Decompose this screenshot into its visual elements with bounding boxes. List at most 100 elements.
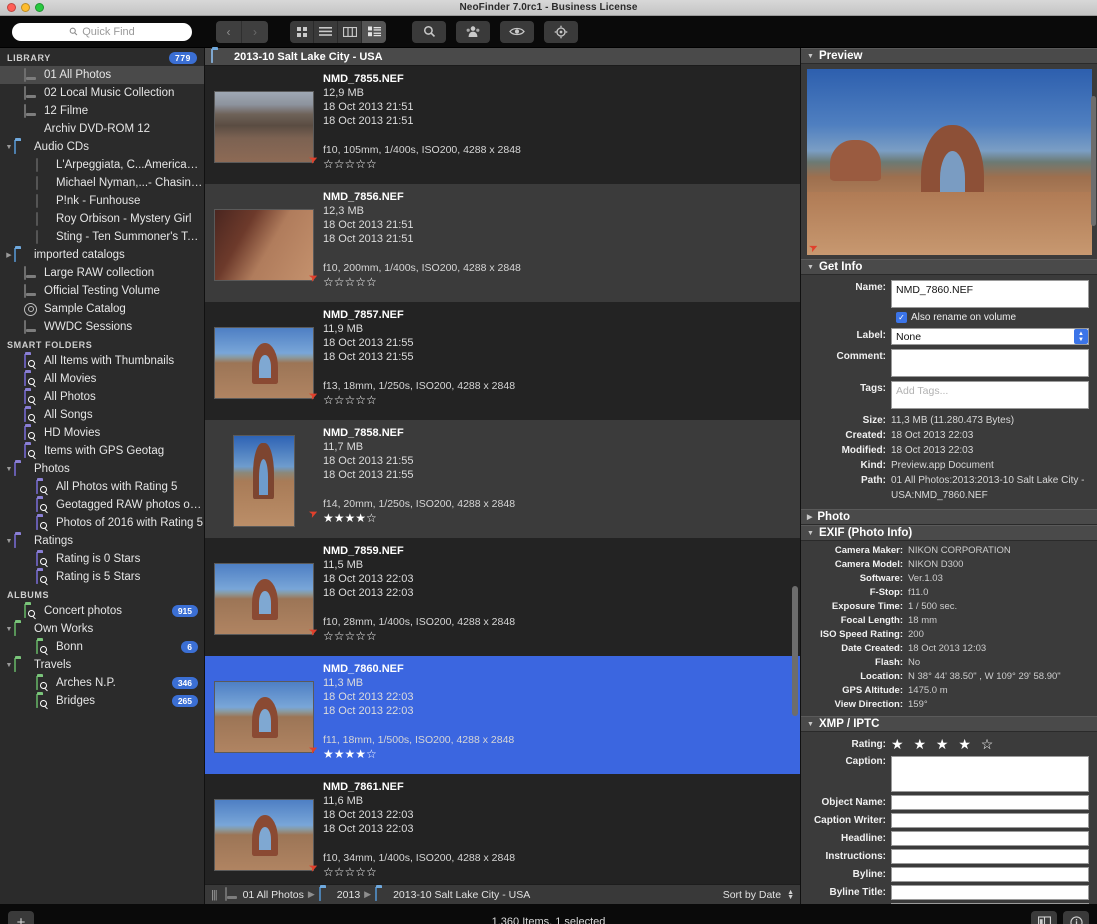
table-row[interactable]: NMD_7859.NEF11,5 MB18 Oct 2013 22:0318 O…	[205, 538, 800, 656]
sidebar-item-archiv-dvd-rom-12[interactable]: ▶Archiv DVD-ROM 12	[0, 120, 204, 138]
eye-button[interactable]	[500, 21, 534, 43]
file-list-scroll-area[interactable]: NMD_7855.NEF12,9 MB18 Oct 2013 21:5118 O…	[205, 66, 800, 884]
sidebar-item-sting-ten-summoner-s-tales[interactable]: ▶Sting - Ten Summoner's Tales	[0, 228, 204, 246]
disclosure-triangle-icon[interactable]: ▼	[4, 466, 14, 473]
thumbnail-cell[interactable]	[205, 542, 323, 656]
disclosure-triangle-icon[interactable]: ▶	[14, 393, 24, 401]
view-mode-column-button[interactable]	[338, 21, 362, 43]
xmp-rating-stars[interactable]: ★ ★ ★ ★ ☆	[891, 736, 996, 753]
disclosure-triangle-icon[interactable]: ▼	[807, 530, 814, 537]
disclosure-triangle-icon[interactable]: ▶	[26, 697, 36, 705]
thumbnail-cell[interactable]	[205, 778, 323, 884]
thumbnail-image[interactable]	[233, 435, 295, 527]
info-button[interactable]	[1063, 911, 1089, 924]
sidebar-item-sample-catalog[interactable]: ▶Sample Catalog	[0, 300, 204, 318]
disclosure-triangle-icon[interactable]: ▼	[4, 538, 14, 545]
xmp-row-field[interactable]	[891, 867, 1089, 882]
disclosure-triangle-icon[interactable]: ▶	[26, 573, 36, 581]
table-row[interactable]: NMD_7860.NEF11,3 MB18 Oct 2013 22:0318 O…	[205, 656, 800, 774]
thumbnail-image[interactable]	[214, 681, 314, 753]
sidebar-item-bonn[interactable]: ▶Bonn6	[0, 638, 204, 656]
disclosure-triangle-icon[interactable]: ▶	[26, 643, 36, 651]
disclosure-triangle-icon[interactable]: ▶	[14, 447, 24, 455]
split-view-button[interactable]	[1031, 911, 1057, 924]
photo-section-header[interactable]: ▶ Photo	[801, 509, 1097, 525]
disclosure-triangle-icon[interactable]: ▶	[26, 501, 36, 509]
sidebar-item-wwdc-sessions[interactable]: ▶WWDC Sessions	[0, 318, 204, 336]
xmp-row-field[interactable]	[891, 885, 1089, 900]
thumbnail-cell[interactable]	[205, 424, 323, 538]
thumbnail-image[interactable]	[214, 209, 314, 281]
sidebar-item-geotagged-raw-photos-of-2013[interactable]: ▶Geotagged RAW photos of 2013	[0, 496, 204, 514]
disclosure-triangle-icon[interactable]: ▼	[4, 144, 14, 151]
resize-grip-icon[interactable]: |||	[211, 889, 217, 901]
sidebar-item-official-testing-volume[interactable]: ▶Official Testing Volume	[0, 282, 204, 300]
file-rating-stars[interactable]: ★★★★☆	[323, 747, 800, 761]
label-select-wrap[interactable]: None ▲▼	[891, 328, 1089, 345]
view-mode-list-button[interactable]	[314, 21, 338, 43]
thumbnail-image[interactable]	[214, 799, 314, 871]
sidebar-item-all-photos[interactable]: ▶All Photos	[0, 388, 204, 406]
file-rating-stars[interactable]: ☆☆☆☆☆	[323, 865, 800, 879]
forward-button[interactable]: ›	[242, 21, 268, 43]
disclosure-triangle-icon[interactable]: ▶	[14, 287, 24, 295]
disclosure-triangle-icon[interactable]: ▼	[807, 721, 814, 728]
file-rating-stars[interactable]: ☆☆☆☆☆	[323, 157, 800, 171]
sidebar-item-photos[interactable]: ▼Photos	[0, 460, 204, 478]
sidebar-item-michael-nyman-chasing-pianos[interactable]: ▶Michael Nyman,...- Chasing Pianos	[0, 174, 204, 192]
sidebar-item-rating-is-5-stars[interactable]: ▶Rating is 5 Stars	[0, 568, 204, 586]
disclosure-triangle-icon[interactable]: ▶	[26, 483, 36, 491]
xmp-row-field[interactable]	[891, 831, 1089, 846]
rename-checkbox[interactable]: ✓	[896, 312, 907, 323]
disclosure-triangle-icon[interactable]: ▼	[807, 53, 814, 60]
disclosure-triangle-icon[interactable]: ▶	[14, 269, 24, 277]
disclosure-triangle-icon[interactable]: ▶	[4, 251, 14, 259]
get-info-section-header[interactable]: ▼ Get Info	[801, 259, 1097, 275]
breadcrumb-item[interactable]: 01 All Photos	[225, 888, 304, 901]
thumbnail-image[interactable]	[214, 91, 314, 163]
xmp-caption-field[interactable]	[891, 756, 1089, 792]
breadcrumb-item[interactable]: 2013-10 Salt Lake City - USA	[375, 888, 530, 901]
sidebar-item-large-raw-collection[interactable]: ▶Large RAW collection	[0, 264, 204, 282]
thumbnail-image[interactable]	[214, 327, 314, 399]
back-button[interactable]: ‹	[216, 21, 242, 43]
name-field[interactable]: NMD_7860.NEF	[891, 280, 1089, 308]
disclosure-triangle-icon[interactable]: ▶	[14, 107, 24, 115]
sidebar-item-imported-catalogs[interactable]: ▶imported catalogs	[0, 246, 204, 264]
sidebar-item-photos-of-2016-with-rating-5[interactable]: ▶Photos of 2016 with Rating 5	[0, 514, 204, 532]
disclosure-triangle-icon[interactable]: ▶	[14, 375, 24, 383]
disclosure-triangle-icon[interactable]: ▼	[807, 264, 814, 271]
rename-on-volume-row[interactable]: ✓ Also rename on volume	[896, 312, 1089, 323]
disclosure-triangle-icon[interactable]: ▶	[26, 233, 36, 241]
sidebar-item-concert-photos[interactable]: ▶Concert photos915	[0, 602, 204, 620]
sidebar-item-own-works[interactable]: ▼Own Works	[0, 620, 204, 638]
sort-stepper-icon[interactable]: ▲▼	[787, 890, 794, 900]
thumbnail-cell[interactable]	[205, 306, 323, 420]
disclosure-triangle-icon[interactable]: ▶	[14, 71, 24, 79]
disclosure-triangle-icon[interactable]: ▶	[26, 215, 36, 223]
thumbnail-cell[interactable]	[205, 70, 323, 184]
sidebar-item-hd-movies[interactable]: ▶HD Movies	[0, 424, 204, 442]
disclosure-triangle-icon[interactable]: ▶	[26, 197, 36, 205]
xmp-section-header[interactable]: ▼ XMP / IPTC	[801, 716, 1097, 732]
sidebar-item-p-nk-funhouse[interactable]: ▶P!nk - Funhouse	[0, 192, 204, 210]
disclosure-triangle-collapsed-icon[interactable]: ▶	[807, 513, 812, 521]
thumbnail-cell[interactable]	[205, 660, 323, 774]
file-rating-stars[interactable]: ☆☆☆☆☆	[323, 393, 800, 407]
tags-field[interactable]: Add Tags...	[891, 381, 1089, 409]
sidebar-item-all-movies[interactable]: ▶All Movies	[0, 370, 204, 388]
file-rating-stars[interactable]: ☆☆☆☆☆	[323, 275, 800, 289]
preview-section-header[interactable]: ▼ Preview	[801, 48, 1097, 64]
sidebar-item-all-photos-with-rating-5[interactable]: ▶All Photos with Rating 5	[0, 478, 204, 496]
sort-control[interactable]: Sort by Date ▲▼	[723, 889, 794, 901]
disclosure-triangle-icon[interactable]: ▶	[26, 179, 36, 187]
find-button[interactable]	[412, 21, 446, 43]
label-select[interactable]: None	[891, 328, 1089, 345]
xmp-row-field[interactable]	[891, 813, 1089, 828]
disclosure-triangle-icon[interactable]: ▶	[14, 411, 24, 419]
breadcrumb-item[interactable]: 2013	[319, 888, 360, 901]
sidebar[interactable]: LIBRARY779▶01 All Photos▶02 Local Music …	[0, 48, 205, 904]
view-mode-grid-button[interactable]	[290, 21, 314, 43]
file-rating-stars[interactable]: ☆☆☆☆☆	[323, 629, 800, 643]
thumbnail-image[interactable]	[214, 563, 314, 635]
